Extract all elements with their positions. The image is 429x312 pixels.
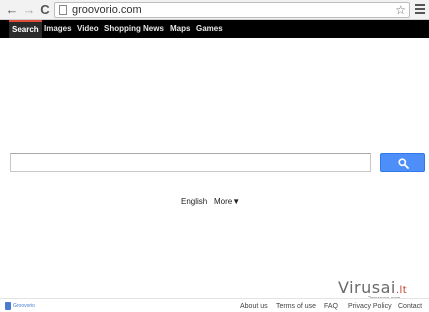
address-bar-url[interactable]: groovorio.com [72,3,142,17]
search-button[interactable] [380,153,425,172]
address-bar[interactable]: groovorio.com ☆ [54,2,410,18]
nav-item-maps[interactable]: Maps [170,20,190,38]
page-icon [59,5,67,15]
browser-toolbar: ← → C groovorio.com ☆ [0,0,429,20]
footer-logo-text[interactable]: Groovorio [13,302,35,310]
language-english-link[interactable]: English [181,197,207,207]
nav-item-shopping[interactable]: Shopping [104,20,141,38]
footer: Groovorio About us Terms of use FAQ Priv… [0,298,429,312]
nav-item-games[interactable]: Games [196,20,223,38]
nav-item-news[interactable]: News [143,20,164,38]
nav-item-search[interactable]: Search [9,20,42,38]
reload-icon[interactable]: C [37,2,53,18]
nav-item-video[interactable]: Video [77,20,99,38]
groovorio-logo-icon [5,302,11,310]
forward-icon[interactable]: → [21,2,37,18]
footer-link-about[interactable]: About us [240,302,268,311]
footer-link-privacy[interactable]: Privacy Policy [348,302,392,311]
language-more-dropdown[interactable]: More▼ [214,197,240,207]
search-icon [398,158,409,169]
search-input[interactable] [10,153,371,172]
nav-item-images[interactable]: Images [44,20,72,38]
watermark: Virusai.lt [338,278,407,297]
watermark-tld: .lt [395,285,408,296]
bookmark-star-icon[interactable]: ☆ [395,3,406,17]
top-nav-bar: Search Images Video Shopping News Maps G… [0,20,429,38]
footer-link-contact[interactable]: Contact [398,302,422,311]
watermark-name: Virusai [338,278,396,297]
footer-link-terms[interactable]: Terms of use [276,302,316,311]
browser-menu-icon[interactable] [413,2,427,18]
back-icon[interactable]: ← [4,2,20,18]
footer-link-faq[interactable]: FAQ [324,302,338,311]
